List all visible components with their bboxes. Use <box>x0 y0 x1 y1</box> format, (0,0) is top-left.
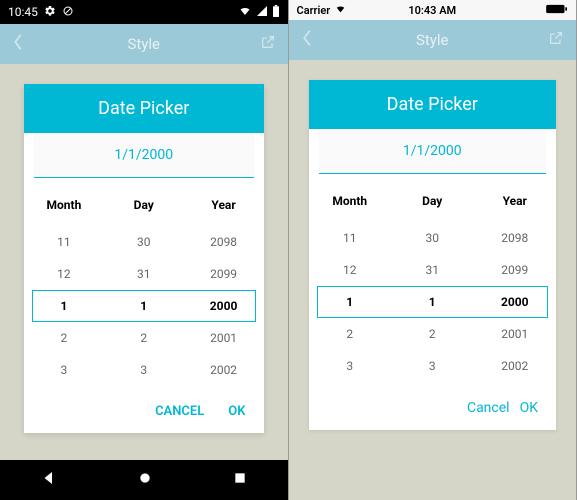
gear-icon <box>44 5 56 20</box>
picker-cell[interactable]: 2000 <box>474 286 557 318</box>
picker-cell[interactable]: 11 <box>24 226 104 258</box>
picker-cell[interactable]: 31 <box>391 254 474 286</box>
content-area: Date Picker 1/1/2000 MonthDayYear1130209… <box>289 60 577 500</box>
picker-cell[interactable]: 2 <box>24 322 104 354</box>
picker-row[interactable]: 332002 <box>24 354 264 386</box>
ok-button[interactable]: OK <box>520 400 538 416</box>
picker-column-header: Day <box>391 182 474 222</box>
picker-cell[interactable]: 3 <box>309 350 392 382</box>
nav-recent-icon[interactable] <box>232 470 248 490</box>
picker-cell[interactable]: 30 <box>391 222 474 254</box>
picker-cell[interactable]: 1 <box>391 286 474 318</box>
card-title: Date Picker <box>309 80 557 129</box>
app-header: Style <box>289 20 577 60</box>
status-time: 10:45 <box>8 5 38 19</box>
picker-cell[interactable]: 3 <box>104 354 184 386</box>
picker-row[interactable]: 222001 <box>309 318 557 350</box>
carrier-label: Carrier <box>297 4 331 17</box>
cancel-button[interactable]: CANCEL <box>155 404 204 419</box>
datepicker-card: Date Picker 1/1/2000 MonthDayYear1130209… <box>309 80 557 430</box>
picker-row[interactable]: 112000 <box>24 290 264 322</box>
header-title: Style <box>127 35 160 53</box>
picker-cell[interactable]: 2002 <box>184 354 264 386</box>
picker-row[interactable]: 12312099 <box>24 258 264 290</box>
back-icon[interactable] <box>12 33 24 55</box>
picker-cell[interactable]: 2002 <box>474 350 557 382</box>
picker-cell[interactable]: 12 <box>309 254 392 286</box>
header-title: Style <box>416 31 449 49</box>
picker-cell[interactable]: 1 <box>309 286 392 318</box>
picker-cell[interactable]: 2098 <box>184 226 264 258</box>
back-icon[interactable] <box>301 29 313 51</box>
battery-icon <box>272 5 280 20</box>
cancel-button[interactable]: Cancel <box>467 400 510 416</box>
nav-back-icon[interactable] <box>40 469 58 491</box>
ios-status-bar: Carrier 10:43 AM <box>289 0 577 20</box>
picker-cell[interactable]: 31 <box>104 258 184 290</box>
picker-cell[interactable]: 3 <box>24 354 104 386</box>
picker-cell[interactable]: 2099 <box>474 254 557 286</box>
datepicker-card: Date Picker 1/1/2000 MonthDayYear1130209… <box>24 84 264 433</box>
actions-row: CANCEL OK <box>24 390 264 433</box>
external-link-icon[interactable] <box>260 34 276 54</box>
picker-cell[interactable]: 11 <box>309 222 392 254</box>
picker-column-header: Day <box>104 186 184 226</box>
picker-cell[interactable]: 1 <box>24 290 104 322</box>
picker-cell[interactable]: 2001 <box>184 322 264 354</box>
picker-cell[interactable]: 3 <box>391 350 474 382</box>
circle-icon <box>62 5 74 20</box>
picker-row[interactable]: 222001 <box>24 322 264 354</box>
card-title: Date Picker <box>24 84 264 133</box>
nav-home-icon[interactable] <box>137 470 153 490</box>
picker-column-header: Year <box>474 182 557 222</box>
battery-icon <box>546 4 568 17</box>
picker-cell[interactable]: 12 <box>24 258 104 290</box>
android-nav-bar <box>0 460 288 500</box>
actions-row: Cancel OK <box>309 386 557 430</box>
picker-cell[interactable]: 1 <box>104 290 184 322</box>
wifi-icon <box>334 4 347 17</box>
picker-cell[interactable]: 2099 <box>184 258 264 290</box>
picker-cell[interactable]: 2 <box>104 322 184 354</box>
picker-cell[interactable]: 30 <box>104 226 184 258</box>
picker-column-header: Month <box>24 186 104 226</box>
ios-device: Carrier 10:43 AM Style Date Picker 1/1/2… <box>289 0 577 500</box>
picker-cell[interactable]: 2 <box>391 318 474 350</box>
picker-row[interactable]: 12312099 <box>309 254 557 286</box>
picker-table[interactable]: MonthDayYear1130209812312099112000222001… <box>24 186 264 390</box>
picker-table[interactable]: MonthDayYear1130209812312099112000222001… <box>309 182 557 386</box>
picker-column-header: Year <box>184 186 264 226</box>
android-device: 10:45 Style Date Picker 1/1/2000 MonthDa… <box>0 0 289 500</box>
picker-header-row: MonthDayYear <box>309 182 557 222</box>
external-link-icon[interactable] <box>548 30 564 50</box>
app-header: Style <box>0 24 288 64</box>
picker-cell[interactable]: 2 <box>309 318 392 350</box>
picker-column-header: Month <box>309 182 392 222</box>
signal-icon <box>256 5 268 20</box>
selected-date: 1/1/2000 <box>319 129 547 174</box>
picker-cell[interactable]: 2001 <box>474 318 557 350</box>
picker-row[interactable]: 11302098 <box>24 226 264 258</box>
picker-cell[interactable]: 2000 <box>184 290 264 322</box>
android-status-bar: 10:45 <box>0 0 288 24</box>
content-area: Date Picker 1/1/2000 MonthDayYear1130209… <box>0 64 288 460</box>
picker-row[interactable]: 11302098 <box>309 222 557 254</box>
status-time: 10:43 AM <box>408 4 456 17</box>
picker-row[interactable]: 112000 <box>309 286 557 318</box>
selected-date: 1/1/2000 <box>34 133 254 178</box>
wifi-icon <box>238 5 252 20</box>
picker-header-row: MonthDayYear <box>24 186 264 226</box>
picker-cell[interactable]: 2098 <box>474 222 557 254</box>
ok-button[interactable]: OK <box>228 404 245 419</box>
picker-row[interactable]: 332002 <box>309 350 557 382</box>
